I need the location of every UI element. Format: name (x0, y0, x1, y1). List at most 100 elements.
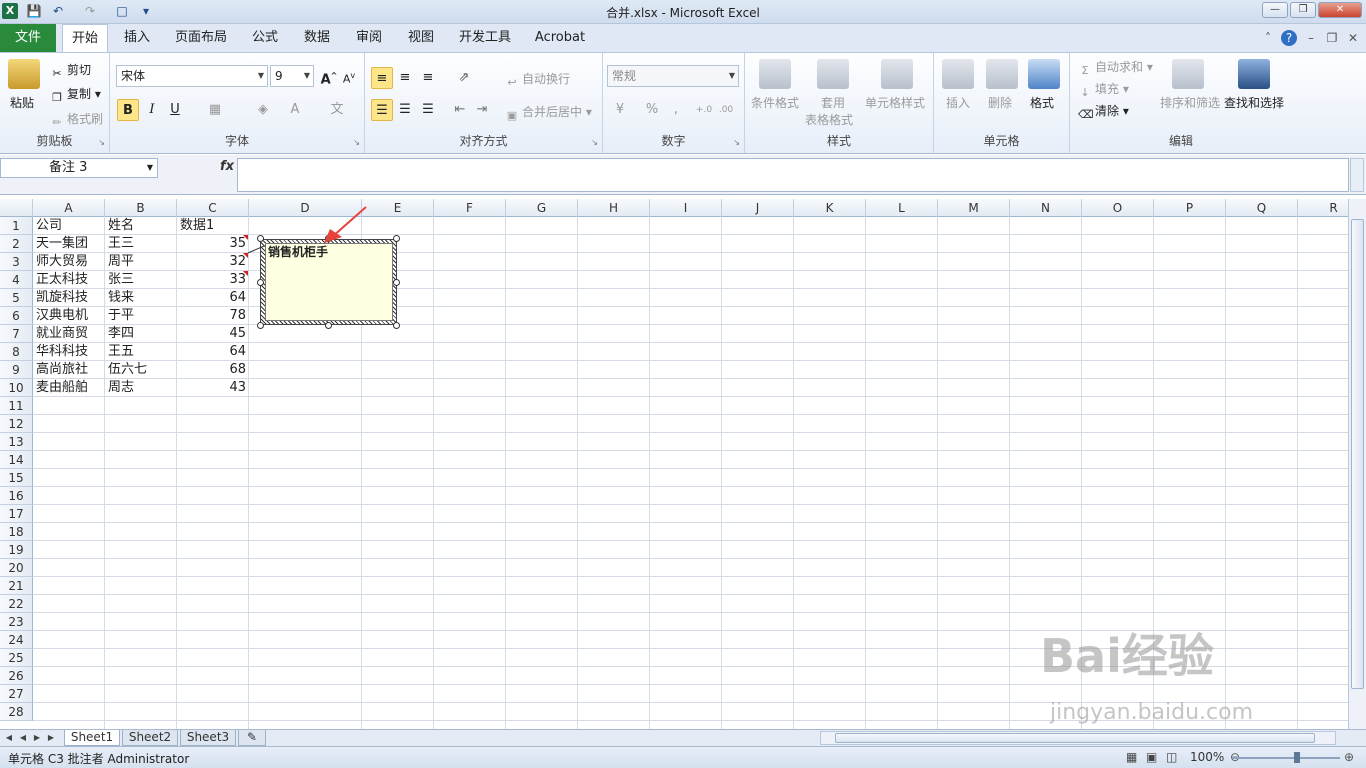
help-icon[interactable]: ? (1281, 30, 1297, 46)
format-cells-icon[interactable] (1028, 59, 1060, 89)
cell-b6[interactable]: 于平 (105, 307, 177, 325)
resize-handle[interactable] (257, 322, 264, 329)
page-layout-view-icon[interactable]: ▣ (1146, 750, 1157, 764)
close-button[interactable]: ✕ (1318, 2, 1362, 18)
name-box[interactable]: 备注 3 ▼ (0, 158, 158, 178)
cell-b10[interactable]: 周志 (105, 379, 177, 397)
format-painter-button[interactable]: ✏ 格式刷 (50, 110, 103, 130)
row-header-5[interactable]: 5 (0, 289, 33, 307)
font-name-combo[interactable]: 宋体 ▼ (116, 65, 268, 87)
copy-button[interactable]: ❐ 复制 ▾ (50, 85, 101, 105)
next-sheet-icon[interactable]: ▶ (32, 731, 42, 745)
table-format-button-line2[interactable]: 表格格式 (805, 111, 853, 128)
row-header-10[interactable]: 10 (0, 379, 33, 397)
align-left-icon[interactable]: ☰ (371, 99, 393, 121)
minimize-button[interactable]: — (1262, 2, 1288, 18)
cell-b4[interactable]: 张三 (105, 271, 177, 289)
comment-box[interactable]: 销售机柜手 (265, 243, 393, 321)
row-header-9[interactable]: 9 (0, 361, 33, 379)
row-header-17[interactable]: 17 (0, 505, 33, 523)
formula-bar-scroll[interactable] (1350, 158, 1364, 192)
insert-sheet-icon[interactable]: ✎ (238, 730, 266, 746)
cut-button[interactable]: ✂ 剪切 (50, 61, 91, 81)
tab-home[interactable]: 开始 (62, 24, 108, 53)
autosum-button[interactable]: Σ 自动求和 ▾ (1078, 58, 1153, 78)
row-header-27[interactable]: 27 (0, 685, 33, 703)
maximize-button[interactable]: ❐ (1290, 2, 1316, 18)
cell-b9[interactable]: 伍六七 (105, 361, 177, 379)
font-size-combo[interactable]: 9 ▼ (270, 65, 314, 87)
conditional-format-button[interactable]: 条件格式 (751, 94, 799, 111)
normal-view-icon[interactable]: ▦ (1126, 750, 1137, 764)
cell-b1[interactable]: 姓名 (105, 217, 177, 235)
zoom-in-icon[interactable]: ⊕ (1344, 750, 1354, 764)
horizontal-scrollbar[interactable] (820, 731, 1336, 745)
increase-decimal-icon[interactable]: +.0 (693, 99, 715, 121)
format-cells-button[interactable]: 格式 (1030, 94, 1054, 111)
row-header-20[interactable]: 20 (0, 559, 33, 577)
column-header-p[interactable]: P (1154, 199, 1226, 217)
row-header-15[interactable]: 15 (0, 469, 33, 487)
align-top-icon[interactable]: ≡ (371, 67, 393, 89)
column-header-k[interactable]: K (794, 199, 866, 217)
column-header-l[interactable]: L (866, 199, 938, 217)
decrease-decimal-icon[interactable]: .00 (715, 99, 737, 121)
tab-file[interactable]: 文件 (0, 24, 56, 52)
column-header-c[interactable]: C (177, 199, 249, 217)
cell-a9[interactable]: 高尚旅社 (33, 361, 105, 379)
cell-c7[interactable]: 45 (177, 325, 249, 343)
sheet-tab-2[interactable]: Sheet2 (122, 730, 178, 746)
row-header-21[interactable]: 21 (0, 577, 33, 595)
align-center-icon[interactable]: ☰ (394, 99, 416, 121)
clear-button[interactable]: ⌫清除 ▾ (1078, 102, 1129, 122)
row-header-14[interactable]: 14 (0, 451, 33, 469)
cell-b3[interactable]: 周平 (105, 253, 177, 271)
formula-input[interactable] (237, 158, 1349, 192)
column-header-a[interactable]: A (33, 199, 105, 217)
increase-indent-icon[interactable]: ⇥ (471, 99, 493, 121)
insert-cells-button[interactable]: 插入 (946, 94, 970, 111)
paste-button[interactable]: 粘贴 (10, 94, 34, 111)
font-launcher-icon[interactable]: ↘ (353, 138, 360, 147)
cell-a7[interactable]: 就业商贸 (33, 325, 105, 343)
align-right-icon[interactable]: ☰ (417, 99, 439, 121)
cell-a6[interactable]: 汉典电机 (33, 307, 105, 325)
vertical-scrollbar[interactable] (1348, 199, 1366, 729)
cell-c6[interactable]: 78 (177, 307, 249, 325)
cell-b5[interactable]: 钱来 (105, 289, 177, 307)
row-header-22[interactable]: 22 (0, 595, 33, 613)
column-header-g[interactable]: G (506, 199, 578, 217)
align-bottom-icon[interactable]: ≡ (417, 67, 439, 89)
tab-page-layout[interactable]: 页面布局 (168, 24, 234, 52)
resize-handle[interactable] (257, 279, 264, 286)
insert-cells-icon[interactable] (942, 59, 974, 89)
sheet-tab-3[interactable]: Sheet3 (180, 730, 236, 746)
cell-style-button[interactable]: 单元格样式 (865, 94, 925, 111)
resize-handle[interactable] (393, 279, 400, 286)
underline-button[interactable]: U (164, 99, 186, 121)
row-header-2[interactable]: 2 (0, 235, 33, 253)
phonetic-icon[interactable]: 文 (326, 99, 348, 121)
row-header-3[interactable]: 3 (0, 253, 33, 271)
cell-c3[interactable]: 32 (177, 253, 249, 271)
column-header-e[interactable]: E (362, 199, 434, 217)
column-header-h[interactable]: H (578, 199, 650, 217)
italic-button[interactable]: I (141, 99, 163, 121)
cell-c8[interactable]: 64 (177, 343, 249, 361)
delete-cells-button[interactable]: 删除 (988, 94, 1012, 111)
cell-style-icon[interactable] (881, 59, 913, 89)
column-header-b[interactable]: B (105, 199, 177, 217)
cell-a1[interactable]: 公司 (33, 217, 105, 235)
alignment-launcher-icon[interactable]: ↘ (591, 138, 598, 147)
currency-icon[interactable]: ¥ (609, 99, 631, 121)
prev-sheet-icon[interactable]: ◀ (18, 731, 28, 745)
row-header-6[interactable]: 6 (0, 307, 33, 325)
resize-handle[interactable] (393, 235, 400, 242)
shrink-font-button[interactable]: Av (338, 65, 360, 87)
wrap-text-button[interactable]: ↩ 自动换行 (505, 70, 570, 90)
horizontal-scroll-thumb[interactable] (835, 733, 1315, 743)
conditional-format-icon[interactable] (759, 59, 791, 89)
orientation-icon[interactable]: ⇗ (453, 67, 475, 89)
tab-developer[interactable]: 开发工具 (452, 24, 518, 52)
cell-c1[interactable]: 数据1 (177, 217, 249, 235)
